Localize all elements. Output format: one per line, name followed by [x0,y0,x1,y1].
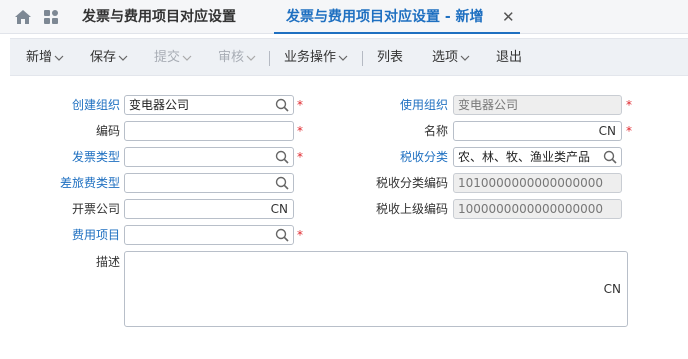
list-label: 列表 [377,50,404,65]
chevron-down-icon [118,55,128,61]
close-tab-icon[interactable]: ✕ [502,0,515,34]
invoicing-company-label: 开票公司 [71,202,120,216]
toolbar-divider [269,51,270,66]
chevron-down-icon [246,55,256,61]
exit-label: 退出 [496,50,523,65]
required-mark: * [626,98,632,112]
code-input[interactable] [124,121,294,141]
expense-item-field[interactable] [124,225,294,245]
tax-category-code-field: 1010000000000000000 [453,173,622,193]
code-label: 编码 [95,124,120,138]
language-indicator[interactable]: CN [271,200,288,218]
travel-expense-type-label[interactable]: 差旅费类型 [40,173,120,193]
tab-invoice-expense-settings-new[interactable]: 发票与费用项目对应设置 - 新增 ✕ [274,0,520,34]
business-operations-label: 业务操作 [284,50,337,65]
language-indicator[interactable]: CN [599,122,616,140]
new-button[interactable]: 新增 [26,39,64,77]
search-icon[interactable] [275,150,289,164]
audit-button[interactable]: 审核 [218,39,256,77]
tab-label: 发票与费用项目对应设置 - 新增 [286,9,484,25]
invoice-type-label[interactable]: 发票类型 [40,147,120,167]
expense-item-label[interactable]: 费用项目 [40,225,120,245]
required-mark: * [297,124,303,138]
name-label: 名称 [423,124,448,138]
exit-button[interactable]: 退出 [496,39,522,77]
use-org-value: 变电器公司 [458,98,519,112]
search-icon[interactable] [603,150,617,164]
options-button[interactable]: 选项 [432,39,470,77]
language-indicator[interactable]: CN [604,282,621,296]
invoicing-company-input[interactable]: CN [124,199,294,219]
travel-expense-type-field[interactable] [124,173,294,193]
app-grid-icon[interactable] [43,9,59,25]
tab-label: 发票与费用项目对应设置 [82,9,236,25]
chevron-down-icon [182,55,192,61]
required-mark: * [297,228,303,242]
home-icon[interactable] [14,9,32,25]
save-label: 保存 [90,50,117,65]
tax-parent-code-value: 1000000000000000000 [458,202,604,216]
tax-category-code-value: 1010000000000000000 [458,176,604,190]
description-textarea[interactable]: CN [124,251,628,327]
chevron-down-icon [54,55,64,61]
description-label: 描述 [95,255,120,269]
tax-parent-code-field: 1000000000000000000 [453,199,622,219]
create-org-label[interactable]: 创建组织 [40,95,120,115]
required-mark: * [626,124,632,138]
tab-bar: 发票与费用项目对应设置 发票与费用项目对应设置 - 新增 ✕ [0,0,688,34]
search-icon[interactable] [275,176,289,190]
list-button[interactable]: 列表 [377,39,403,77]
name-input[interactable]: CN [453,121,622,141]
create-org-field[interactable]: 变电器公司 [124,95,294,115]
required-mark: * [297,150,303,164]
required-mark: * [297,98,303,112]
toolbar-divider [362,51,363,66]
business-operations-button[interactable]: 业务操作 [284,39,348,77]
submit-button[interactable]: 提交 [154,39,192,77]
audit-label: 审核 [218,50,245,65]
chevron-down-icon [460,55,470,61]
search-icon[interactable] [275,228,289,242]
toolbar: 新增 保存 提交 审核 业务操作 列表 选项 退出 [10,38,688,76]
use-org-field: 变电器公司 [453,95,622,115]
tax-category-label[interactable]: 税收分类 [368,147,448,167]
search-icon[interactable] [275,98,289,112]
tax-category-value: 农、林、牧、渔业类产品 [458,150,591,164]
create-org-value: 变电器公司 [129,98,190,112]
submit-label: 提交 [154,50,181,65]
tab-invoice-expense-settings[interactable]: 发票与费用项目对应设置 [82,0,236,34]
tax-category-code-label: 税收分类编码 [375,176,448,190]
invoice-type-field[interactable] [124,147,294,167]
tax-parent-code-label: 税收上级编码 [375,202,448,216]
tax-category-field[interactable]: 农、林、牧、渔业类产品 [453,147,622,167]
chevron-down-icon [338,55,348,61]
use-org-label[interactable]: 使用组织 [368,95,448,115]
new-label: 新增 [26,50,53,65]
options-label: 选项 [432,50,459,65]
save-button[interactable]: 保存 [90,39,128,77]
